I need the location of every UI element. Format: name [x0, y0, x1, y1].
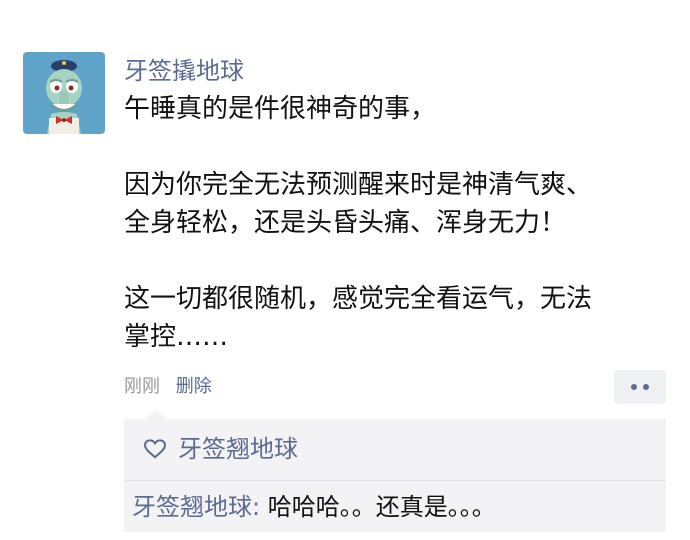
post-content: 午睡真的是件很神奇的事， 因为你完全无法预测醒来时是神清气爽、 全身轻松，还是头… — [124, 90, 644, 356]
comment-author[interactable]: 牙签翘地球 — [132, 493, 252, 521]
like-row: 牙签翘地球 — [144, 432, 298, 466]
post-paragraph: 因为你完全无法预测醒来时是神清气爽、 全身轻松，还是头昏头痛、浑身无力！ — [124, 170, 593, 238]
comment-item[interactable]: 牙签翘地球: 哈哈哈。。还真是。。。 — [132, 491, 496, 523]
comment-separator: : — [252, 493, 268, 521]
divider — [124, 480, 666, 481]
squidward-avatar-image — [23, 52, 105, 134]
heart-outline-icon — [144, 439, 166, 459]
liker-name[interactable]: 牙签翘地球 — [178, 433, 298, 465]
more-actions-button[interactable] — [614, 370, 666, 404]
post-timestamp: 刚刚 — [124, 376, 160, 397]
post-author-name[interactable]: 牙签撬地球 — [124, 55, 244, 87]
comment-text: 哈哈哈。。还真是。。。 — [267, 493, 496, 521]
more-dots-icon — [643, 384, 649, 390]
avatar[interactable] — [23, 52, 105, 134]
more-dots-icon — [631, 384, 637, 390]
interaction-panel: 牙签翘地球 牙签翘地球: 哈哈哈。。还真是。。。 — [124, 409, 666, 532]
post-meta: 刚刚 删除 — [124, 374, 212, 400]
moments-post: 牙签撬地球 午睡真的是件很神奇的事， 因为你完全无法预测醒来时是神清气爽、 全身… — [0, 0, 690, 540]
post-paragraph: 午睡真的是件很神奇的事， — [124, 94, 437, 124]
post-paragraph: 这一切都很随机，感觉完全看运气，无法 掌控…… — [124, 284, 593, 352]
delete-link[interactable]: 删除 — [176, 376, 212, 397]
